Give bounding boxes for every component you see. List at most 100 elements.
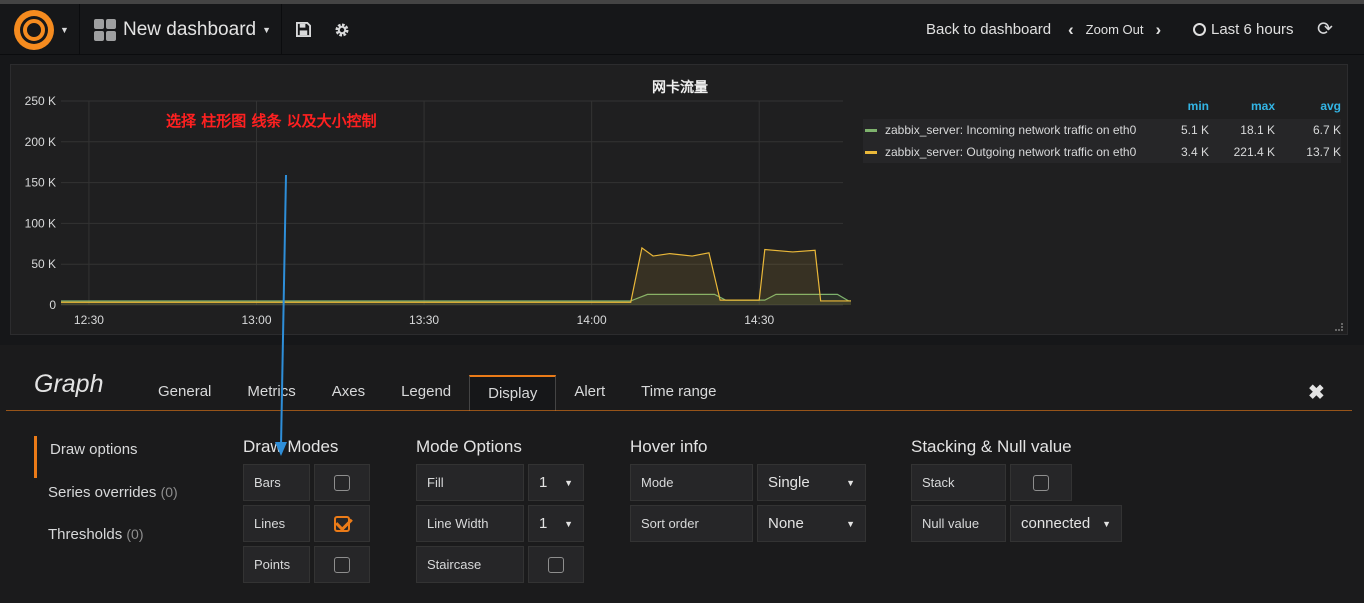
side-item-count: (0) — [126, 526, 144, 542]
settings-button[interactable] — [325, 4, 359, 55]
grafana-menu-button[interactable]: ▼ — [0, 4, 80, 55]
close-editor-button[interactable]: ✖ — [1308, 380, 1325, 405]
chevron-right-icon[interactable]: › — [1155, 20, 1161, 40]
line-width-select[interactable]: 1 ▼ — [528, 505, 584, 542]
null-value-value: connected — [1021, 515, 1091, 532]
tab-alert[interactable]: Alert — [556, 375, 623, 411]
tab-display[interactable]: Display — [469, 375, 557, 411]
stack-checkbox[interactable] — [1010, 464, 1072, 501]
legend-avg-value: 6.7 K — [1312, 123, 1341, 137]
stacking-section: Stacking & Null value Stack Null value co… — [911, 436, 1122, 546]
back-label: Back to dashboard — [926, 21, 1052, 38]
clock-icon — [1193, 23, 1206, 36]
legend-min-value: 5.1 K — [1180, 123, 1209, 137]
checkbox-unchecked-icon — [334, 556, 350, 573]
side-item-label: Draw options — [50, 441, 138, 458]
caret-down-icon: ▼ — [60, 24, 69, 35]
zoom-out-button[interactable]: Zoom Out — [1086, 22, 1144, 37]
stack-label: Stack — [911, 464, 1006, 501]
time-range-picker[interactable]: Last 6 hours — [1193, 4, 1294, 55]
side-item-label: Series overrides — [48, 484, 157, 501]
fill-label: Fill — [416, 464, 524, 501]
null-value-label: Null value — [911, 505, 1006, 542]
legend-swatch-outgoing[interactable] — [865, 150, 877, 154]
mode-options-section: Mode Options Fill 1 ▼ Line Width 1 ▼ Stairca… — [416, 436, 584, 587]
legend-avg-header[interactable]: avg — [1275, 99, 1341, 119]
sort-order-select[interactable]: None ▼ — [757, 505, 866, 542]
hover-mode-select[interactable]: Single ▼ — [757, 464, 866, 501]
lines-checkbox[interactable] — [314, 505, 370, 542]
caret-down-icon: ▼ — [846, 477, 855, 488]
staircase-label: Staircase — [416, 546, 524, 583]
bars-checkbox[interactable] — [314, 464, 370, 501]
tab-underline — [6, 410, 1352, 411]
hover-mode-value: Single — [768, 474, 810, 491]
section-heading: Draw Modes — [243, 437, 339, 456]
legend-series-name[interactable]: zabbix_server: Outgoing network traffic … — [885, 145, 1143, 159]
bars-label: Bars — [243, 464, 310, 501]
staircase-checkbox[interactable] — [528, 546, 584, 583]
legend-max-value: 221.4 K — [1233, 145, 1275, 159]
hover-mode-label: Mode — [630, 464, 753, 501]
tab-axes[interactable]: Axes — [314, 375, 383, 411]
y-tick-label: 0 — [49, 298, 56, 312]
series-area — [61, 247, 851, 305]
points-checkbox[interactable] — [314, 546, 370, 583]
save-button[interactable] — [286, 4, 320, 55]
null-value-select[interactable]: connected ▼ — [1010, 505, 1122, 542]
sort-order-value: None — [768, 515, 804, 532]
x-tick-label: 14:00 — [577, 313, 607, 327]
side-item-series-overrides[interactable]: Series overrides (0) — [34, 478, 178, 520]
points-label: Points — [243, 546, 310, 583]
refresh-button[interactable]: ⟳ — [1310, 4, 1340, 55]
legend-avg-value: 13.7 K — [1306, 145, 1341, 159]
y-tick-label: 250 K — [25, 94, 56, 108]
section-heading: Hover info — [630, 437, 708, 456]
section-heading: Mode Options — [416, 437, 522, 456]
checkbox-checked-icon — [334, 515, 350, 532]
tab-time-range[interactable]: Time range — [623, 375, 734, 411]
caret-down-icon: ▼ — [564, 518, 573, 529]
graph-panel: 网卡流量 0 50 K 100 K 150 K 200 K 250 K 12:30 13:00… — [10, 64, 1348, 335]
back-to-dashboard-button[interactable]: Back to dashboard — [926, 4, 1051, 55]
editor-title: Graph — [34, 370, 104, 398]
legend: min max avg zabbix_server: Incoming netw… — [863, 99, 1341, 163]
grafana-logo-icon — [14, 9, 54, 50]
legend-row-outgoing[interactable]: zabbix_server: Outgoing network traffic … — [863, 141, 1341, 163]
caret-down-icon: ▼ — [1102, 518, 1111, 529]
legend-min-header[interactable]: min — [1143, 99, 1209, 119]
graph-canvas[interactable]: 0 50 K 100 K 150 K 200 K 250 K 12:30 13:00 13:30… — [11, 65, 851, 336]
legend-swatch-incoming[interactable] — [865, 128, 877, 132]
sort-order-label: Sort order — [630, 505, 753, 542]
dashboard-title: New dashboard — [123, 18, 257, 40]
annotation-text: 选择 柱形图 线条 以及大小控制 — [166, 112, 377, 130]
side-item-label: Thresholds — [48, 526, 123, 543]
display-side-nav: Draw options Series overrides (0) Thresh… — [34, 436, 178, 562]
checkbox-unchecked-icon — [548, 556, 564, 573]
tab-general[interactable]: General — [140, 375, 229, 411]
fill-value: 1 — [539, 474, 548, 491]
x-tick-label: 13:00 — [241, 313, 271, 327]
hover-info-section: Hover info Mode Single ▼ Sort order None ▼ — [630, 436, 866, 546]
legend-series-name[interactable]: zabbix_server: Incoming network traffic … — [885, 123, 1143, 137]
side-item-thresholds[interactable]: Thresholds (0) — [34, 520, 178, 562]
top-navbar: ▼ New dashboard ▼ Back to dashboard ‹ Zo… — [0, 0, 1364, 55]
tab-metrics[interactable]: Metrics — [229, 375, 313, 411]
y-tick-label: 50 K — [31, 257, 56, 271]
panel-resize-handle[interactable] — [1335, 323, 1343, 331]
line-width-label: Line Width — [416, 505, 524, 542]
series-line — [61, 293, 851, 302]
legend-max-header[interactable]: max — [1209, 99, 1275, 119]
legend-max-value: 18.1 K — [1240, 123, 1275, 137]
checkbox-unchecked-icon — [1033, 474, 1049, 491]
x-tick-label: 14:30 — [744, 313, 774, 327]
tab-legend[interactable]: Legend — [383, 375, 469, 411]
save-icon — [295, 22, 311, 37]
fill-select[interactable]: 1 ▼ — [528, 464, 584, 501]
side-item-draw-options[interactable]: Draw options — [34, 436, 178, 478]
legend-row-incoming[interactable]: zabbix_server: Incoming network traffic … — [863, 119, 1341, 141]
dashboard-title-button[interactable]: New dashboard ▼ — [82, 4, 282, 55]
time-range-label: Last 6 hours — [1211, 21, 1294, 38]
chevron-left-icon[interactable]: ‹ — [1068, 20, 1074, 40]
caret-down-icon: ▼ — [262, 24, 272, 35]
